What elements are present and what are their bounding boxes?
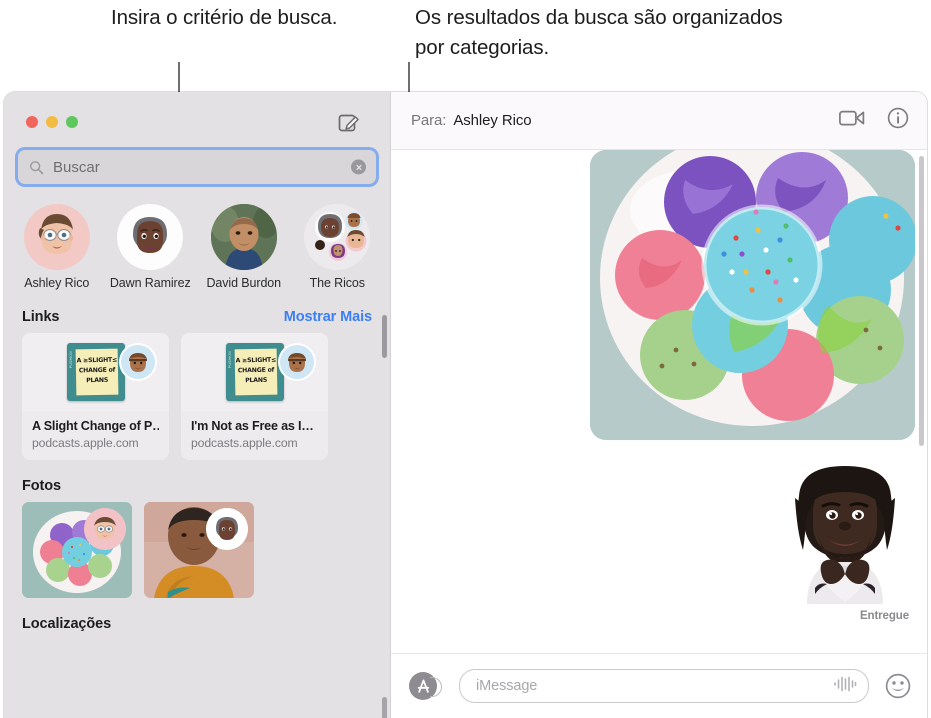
contact-name: The Ricos (309, 276, 365, 290)
contact-name: David Burdon (206, 276, 282, 290)
contact-ashley-rico[interactable]: Ashley Rico (14, 204, 100, 291)
link-metadata: I'm Not as Free as I… podcasts.apple.com (181, 411, 328, 460)
close-button[interactable] (26, 116, 38, 128)
podcast-artwork-side-text: PUSHKIN (68, 351, 73, 369)
video-camera-icon[interactable] (839, 109, 865, 132)
podcast-artwork: PUSHKIN A ≥SLIGHT≤ CHANGE of PLANS (225, 343, 284, 401)
contact-david-burdon[interactable]: David Burdon (201, 204, 287, 291)
avatar (117, 204, 184, 270)
link-card[interactable]: PUSHKIN A ≥SLIGHT≤ CHANGE of PLANS (181, 333, 328, 460)
link-card[interactable]: PUSHKIN A ≥SLIGHT≤ CHANGE of PLANS (22, 333, 169, 460)
app-store-icon[interactable] (409, 672, 442, 700)
section-title: Localizações (22, 616, 112, 632)
link-thumbnail: PUSHKIN A ≥SLIGHT≤ CHANGE of PLANS (181, 333, 328, 411)
smiley-icon[interactable] (885, 673, 911, 699)
contact-name: Dawn Ramirez (109, 276, 191, 290)
podcast-artwork-note: A ≥SLIGHT≤ CHANGE of PLANS (75, 348, 118, 396)
link-thumbnail: PUSHKIN A ≥SLIGHT≤ CHANGE of PLANS (22, 333, 169, 411)
message-bubble-photo[interactable] (590, 150, 915, 440)
photos-row (4, 494, 390, 598)
link-title: A Slight Change of P… (32, 419, 159, 433)
sidebar-titlebar (4, 92, 390, 150)
search-icon (29, 160, 44, 175)
artwork-line-3: PLANS (85, 376, 108, 385)
link-host: podcasts.apple.com (32, 436, 139, 450)
locations-section-header: Localizações (4, 616, 390, 632)
message-list: Entregue (391, 150, 927, 653)
artwork-line-2: CHANGE of (237, 366, 274, 375)
macarons-photo (590, 150, 915, 440)
compose-icon[interactable] (338, 112, 360, 134)
search-placeholder: Buscar (53, 158, 100, 176)
callout-search-criteria: Insira o critério de busca. (111, 6, 338, 29)
conversation-header: Para: Ashley Rico (391, 92, 927, 150)
links-row: PUSHKIN A ≥SLIGHT≤ CHANGE of PLANS A Sli… (4, 325, 390, 460)
podcast-artwork-note: A ≥SLIGHT≤ CHANGE of PLANS (234, 348, 277, 396)
avatar (23, 204, 90, 270)
photo-thumbnail[interactable] (22, 502, 132, 598)
search-input[interactable]: Buscar (18, 150, 376, 184)
sender-badge (84, 508, 126, 550)
clear-icon[interactable] (351, 159, 366, 175)
sender-badge (206, 508, 248, 550)
artwork-line-2: CHANGE of (78, 366, 115, 375)
sender-avatar (121, 345, 155, 379)
audio-waveform-icon[interactable] (832, 675, 858, 698)
minimize-button[interactable] (46, 116, 58, 128)
to-label: Para: (411, 112, 447, 129)
photos-section-header: Fotos (4, 478, 390, 494)
messages-window: Buscar Ashley Rico Dawn Ramirez David Bu… (4, 92, 927, 718)
contact-name: Ashley Rico (24, 276, 90, 290)
traffic-lights (26, 116, 78, 128)
conversation-pane: Para: Ashley Rico Entregue iMessage (390, 92, 927, 718)
link-title: I'm Not as Free as I… (191, 419, 314, 433)
show-more-link[interactable]: Mostrar Mais (284, 309, 372, 325)
zoom-button[interactable] (66, 116, 78, 128)
link-metadata: A Slight Change of P… podcasts.apple.com (22, 411, 169, 460)
contact-the-ricos[interactable]: The Ricos (295, 204, 381, 291)
info-icon[interactable] (887, 107, 909, 134)
delivery-status: Entregue (859, 610, 909, 622)
section-title: Fotos (22, 478, 61, 494)
sidebar-results: Ashley Rico Dawn Ramirez David Burdon Th… (4, 192, 390, 718)
callout-results-categories: Os resultados da busca são organizados p… (415, 6, 783, 59)
sender-avatar (280, 345, 314, 379)
podcast-artwork-side-text: PUSHKIN (227, 351, 232, 369)
avatar (210, 204, 277, 270)
contacts-row: Ashley Rico Dawn Ramirez David Burdon Th… (4, 192, 390, 291)
photo-thumbnail[interactable] (144, 502, 254, 598)
artwork-line-3: PLANS (244, 376, 267, 385)
message-placeholder: iMessage (476, 678, 538, 694)
sidebar: Buscar Ashley Rico Dawn Ramirez David Bu… (4, 92, 390, 718)
link-host: podcasts.apple.com (191, 436, 298, 450)
section-title: Links (22, 309, 60, 325)
group-avatar (304, 204, 371, 270)
composer-bar: iMessage (391, 653, 927, 718)
conversation-scrollbar-thumb[interactable] (919, 156, 924, 446)
recipient-name: Ashley Rico (453, 112, 532, 129)
contact-dawn-ramirez[interactable]: Dawn Ramirez (108, 204, 194, 291)
sidebar-scrollbar-thumb[interactable] (382, 315, 387, 358)
sidebar-scrollbar-thumb-lower[interactable] (382, 697, 387, 718)
message-sticker-memoji[interactable] (785, 452, 905, 604)
podcast-artwork: PUSHKIN A ≥SLIGHT≤ CHANGE of PLANS (66, 343, 125, 401)
message-input[interactable]: iMessage (459, 669, 869, 703)
links-section-header: Links Mostrar Mais (4, 309, 390, 325)
